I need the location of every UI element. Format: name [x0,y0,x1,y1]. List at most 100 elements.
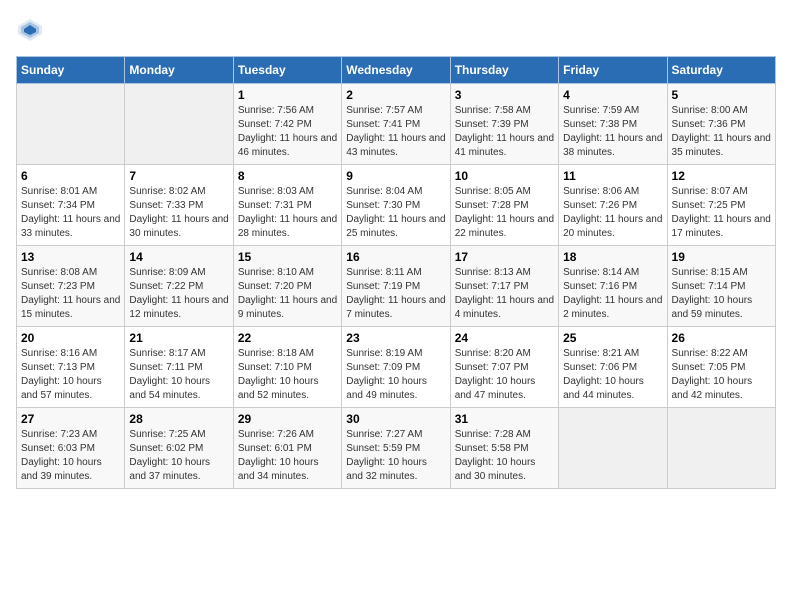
day-info: Sunrise: 7:25 AM Sunset: 6:02 PM Dayligh… [129,428,228,484]
day-number: 27 [21,412,120,426]
day-info: Sunrise: 8:14 AM Sunset: 7:16 PM Dayligh… [563,266,662,322]
calendar-cell: 23 Sunrise: 8:19 AM Sunset: 7:09 PM Dayli… [342,327,450,408]
calendar-cell: 13 Sunrise: 8:08 AM Sunset: 7:23 PM Dayli… [17,246,125,327]
day-info: Sunrise: 8:10 AM Sunset: 7:20 PM Dayligh… [238,266,337,322]
day-number: 2 [346,88,445,102]
calendar-cell: 26Sunrise: 8:22 AM Sunset: 7:05 PM Dayli… [667,327,775,408]
day-number: 24 [455,331,554,345]
day-info: Sunrise: 7:57 AM Sunset: 7:41 PM Dayligh… [346,104,445,160]
calendar-cell: 17Sunrise: 8:13 AM Sunset: 7:17 PM Dayli… [450,246,558,327]
day-number: 15 [238,250,337,264]
day-info: Sunrise: 8:17 AM Sunset: 7:11 PM Dayligh… [129,347,228,403]
calendar-cell: 30Sunrise: 7:27 AM Sunset: 5:59 PM Dayli… [342,408,450,489]
calendar-cell: 27 Sunrise: 7:23 AM Sunset: 6:03 PM Dayli… [17,408,125,489]
calendar-week-row: 13 Sunrise: 8:08 AM Sunset: 7:23 PM Dayli… [17,246,776,327]
day-number: 4 [563,88,662,102]
calendar-cell: 1Sunrise: 7:56 AM Sunset: 7:42 PM Daylig… [233,84,341,165]
calendar-cell: 14Sunrise: 8:09 AM Sunset: 7:22 PM Dayli… [125,246,233,327]
day-number: 12 [672,169,771,183]
day-number: 5 [672,88,771,102]
calendar-cell: 5 Sunrise: 8:00 AM Sunset: 7:36 PM Daylig… [667,84,775,165]
day-number: 9 [346,169,445,183]
weekday-row: SundayMondayTuesdayWednesdayThursdayFrid… [17,57,776,84]
calendar-cell: 28 Sunrise: 7:25 AM Sunset: 6:02 PM Dayli… [125,408,233,489]
calendar-cell: 15 Sunrise: 8:10 AM Sunset: 7:20 PM Dayli… [233,246,341,327]
day-number: 10 [455,169,554,183]
day-number: 13 [21,250,120,264]
day-info: Sunrise: 8:06 AM Sunset: 7:26 PM Dayligh… [563,185,662,241]
day-number: 11 [563,169,662,183]
weekday-header: Saturday [667,57,775,84]
day-info: Sunrise: 7:59 AM Sunset: 7:38 PM Dayligh… [563,104,662,160]
day-number: 30 [346,412,445,426]
day-info: Sunrise: 8:11 AM Sunset: 7:19 PM Dayligh… [346,266,445,322]
calendar-week-row: 1Sunrise: 7:56 AM Sunset: 7:42 PM Daylig… [17,84,776,165]
calendar-cell: 8Sunrise: 8:03 AM Sunset: 7:31 PM Daylig… [233,165,341,246]
day-info: Sunrise: 8:20 AM Sunset: 7:07 PM Dayligh… [455,347,554,403]
calendar-week-row: 27 Sunrise: 7:23 AM Sunset: 6:03 PM Dayli… [17,408,776,489]
day-info: Sunrise: 8:03 AM Sunset: 7:31 PM Dayligh… [238,185,337,241]
weekday-header: Monday [125,57,233,84]
calendar-header: SundayMondayTuesdayWednesdayThursdayFrid… [17,57,776,84]
day-info: Sunrise: 8:05 AM Sunset: 7:28 PM Dayligh… [455,185,554,241]
calendar-cell: 2 Sunrise: 7:57 AM Sunset: 7:41 PM Daylig… [342,84,450,165]
calendar-cell: 4 Sunrise: 7:59 AM Sunset: 7:38 PM Daylig… [559,84,667,165]
day-info: Sunrise: 8:01 AM Sunset: 7:34 PM Dayligh… [21,185,120,241]
calendar-cell: 18 Sunrise: 8:14 AM Sunset: 7:16 PM Dayli… [559,246,667,327]
calendar-cell [125,84,233,165]
day-info: Sunrise: 8:02 AM Sunset: 7:33 PM Dayligh… [129,185,228,241]
weekday-header: Tuesday [233,57,341,84]
calendar-week-row: 20 Sunrise: 8:16 AM Sunset: 7:13 PM Dayli… [17,327,776,408]
weekday-header: Friday [559,57,667,84]
day-number: 7 [129,169,228,183]
calendar-cell: 3 Sunrise: 7:58 AM Sunset: 7:39 PM Daylig… [450,84,558,165]
day-number: 29 [238,412,337,426]
calendar-cell: 6 Sunrise: 8:01 AM Sunset: 7:34 PM Daylig… [17,165,125,246]
day-info: Sunrise: 8:18 AM Sunset: 7:10 PM Dayligh… [238,347,337,403]
day-info: Sunrise: 7:28 AM Sunset: 5:58 PM Dayligh… [455,428,554,484]
day-info: Sunrise: 8:16 AM Sunset: 7:13 PM Dayligh… [21,347,120,403]
logo-icon [16,16,44,44]
calendar-cell: 9 Sunrise: 8:04 AM Sunset: 7:30 PM Daylig… [342,165,450,246]
day-number: 20 [21,331,120,345]
day-number: 6 [21,169,120,183]
logo [16,16,48,44]
calendar-cell: 20 Sunrise: 8:16 AM Sunset: 7:13 PM Dayli… [17,327,125,408]
calendar-cell: 10 Sunrise: 8:05 AM Sunset: 7:28 PM Dayli… [450,165,558,246]
day-info: Sunrise: 8:15 AM Sunset: 7:14 PM Dayligh… [672,266,771,322]
day-info: Sunrise: 8:13 AM Sunset: 7:17 PM Dayligh… [455,266,554,322]
day-info: Sunrise: 7:58 AM Sunset: 7:39 PM Dayligh… [455,104,554,160]
day-info: Sunrise: 8:21 AM Sunset: 7:06 PM Dayligh… [563,347,662,403]
day-number: 21 [129,331,228,345]
day-number: 18 [563,250,662,264]
day-info: Sunrise: 7:56 AM Sunset: 7:42 PM Dayligh… [238,104,337,160]
day-number: 3 [455,88,554,102]
day-number: 28 [129,412,228,426]
day-number: 23 [346,331,445,345]
page-header [16,16,776,44]
day-info: Sunrise: 8:09 AM Sunset: 7:22 PM Dayligh… [129,266,228,322]
calendar-cell: 16 Sunrise: 8:11 AM Sunset: 7:19 PM Dayli… [342,246,450,327]
calendar-body: 1Sunrise: 7:56 AM Sunset: 7:42 PM Daylig… [17,84,776,489]
calendar-cell: 12 Sunrise: 8:07 AM Sunset: 7:25 PM Dayli… [667,165,775,246]
calendar-week-row: 6 Sunrise: 8:01 AM Sunset: 7:34 PM Daylig… [17,165,776,246]
day-number: 25 [563,331,662,345]
weekday-header: Wednesday [342,57,450,84]
calendar-cell: 24 Sunrise: 8:20 AM Sunset: 7:07 PM Dayli… [450,327,558,408]
calendar-cell: 7 Sunrise: 8:02 AM Sunset: 7:33 PM Daylig… [125,165,233,246]
day-info: Sunrise: 8:08 AM Sunset: 7:23 PM Dayligh… [21,266,120,322]
calendar-cell [17,84,125,165]
day-info: Sunrise: 8:04 AM Sunset: 7:30 PM Dayligh… [346,185,445,241]
day-number: 19 [672,250,771,264]
day-info: Sunrise: 8:07 AM Sunset: 7:25 PM Dayligh… [672,185,771,241]
day-number: 16 [346,250,445,264]
day-number: 31 [455,412,554,426]
weekday-header: Thursday [450,57,558,84]
day-info: Sunrise: 8:19 AM Sunset: 7:09 PM Dayligh… [346,347,445,403]
day-number: 26 [672,331,771,345]
day-info: Sunrise: 7:26 AM Sunset: 6:01 PM Dayligh… [238,428,337,484]
day-info: Sunrise: 8:00 AM Sunset: 7:36 PM Dayligh… [672,104,771,160]
day-info: Sunrise: 7:23 AM Sunset: 6:03 PM Dayligh… [21,428,120,484]
day-number: 22 [238,331,337,345]
calendar-cell: 25 Sunrise: 8:21 AM Sunset: 7:06 PM Dayli… [559,327,667,408]
